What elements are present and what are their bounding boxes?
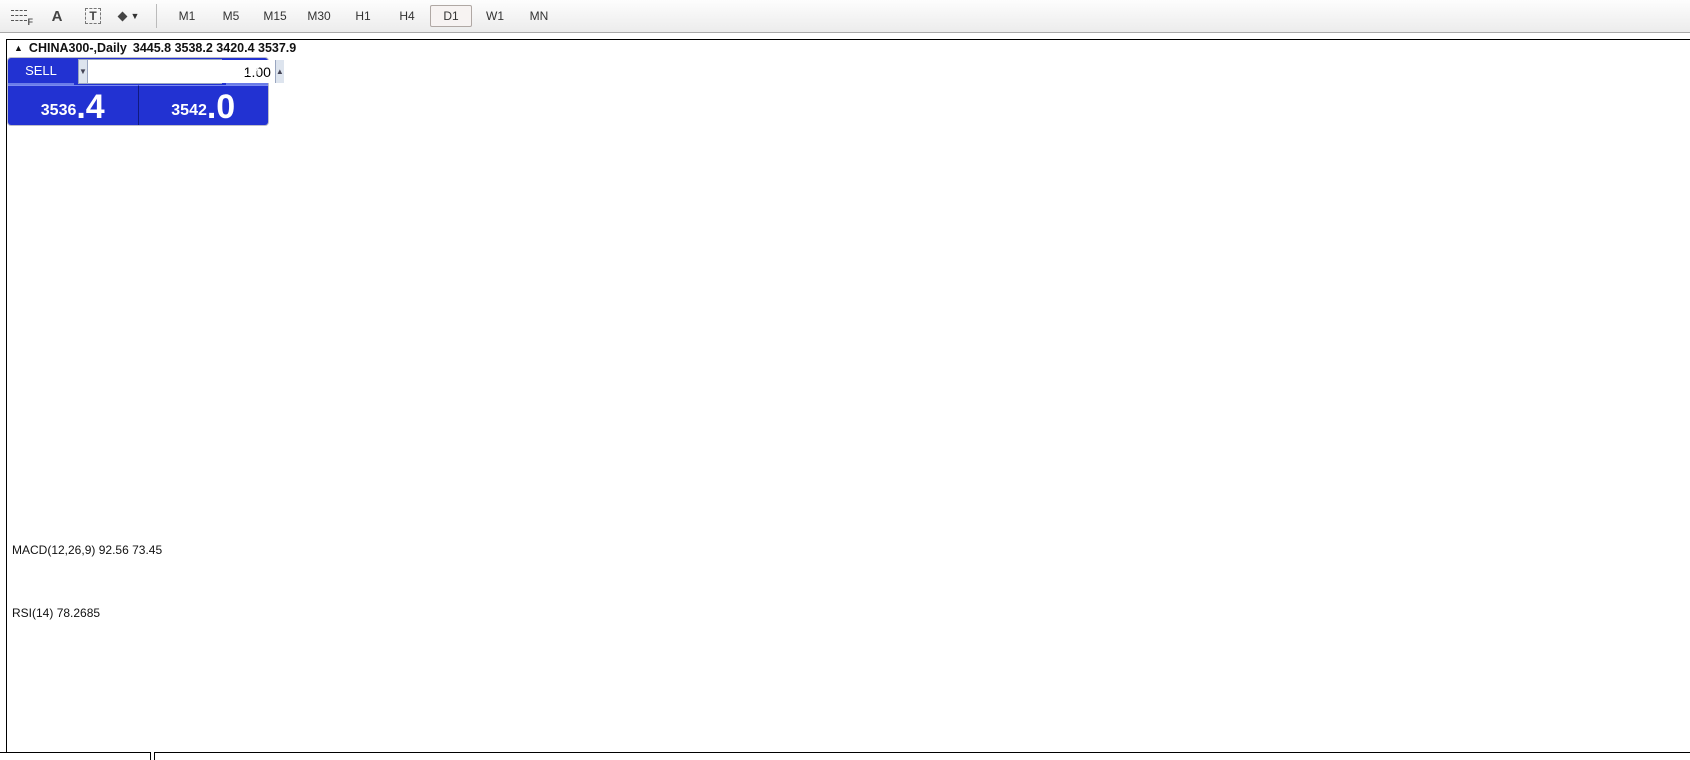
chart-title: ▲ CHINA300-,Daily 3445.8 3538.2 3420.4 3…: [14, 41, 296, 55]
one-click-trade-panel: SELL ▼ ▲ BUY 3536.4 3542.0: [8, 58, 268, 125]
macd-label: MACD(12,26,9) 92.56 73.45: [12, 543, 162, 557]
chart-tabs-bar: [0, 752, 1690, 759]
timeframe-buttons: M1M5M15M30H1H4D1W1MN: [165, 5, 561, 27]
ohlc-values: 3445.8 3538.2 3420.4 3537.9: [133, 41, 296, 55]
volume-decrease-button[interactable]: ▼: [79, 60, 88, 83]
bid-price[interactable]: 3536.4: [8, 85, 139, 125]
timeframe-m1[interactable]: M1: [166, 5, 208, 27]
timeframe-d1[interactable]: D1: [430, 5, 472, 27]
timeframe-w1[interactable]: W1: [474, 5, 516, 27]
collapse-triangle-icon[interactable]: ▲: [14, 43, 23, 53]
volume-box: ▼ ▲: [78, 59, 222, 84]
toolbar: F A T ▼ M1M5M15M30H1H4D1W1MN: [0, 0, 1690, 33]
text-label-icon[interactable]: T: [78, 4, 108, 28]
shapes-icon[interactable]: ▼: [114, 4, 144, 28]
symbol-period-label: CHINA300-,Daily: [29, 41, 127, 55]
chart-window: [6, 39, 1690, 753]
timeframe-m30[interactable]: M30: [298, 5, 340, 27]
toolbar-separator: [156, 4, 157, 28]
timeframe-mn[interactable]: MN: [518, 5, 560, 27]
volume-increase-button[interactable]: ▲: [275, 60, 284, 83]
timeframe-m5[interactable]: M5: [210, 5, 252, 27]
buy-button[interactable]: BUY: [226, 58, 268, 85]
rsi-label: RSI(14) 78.2685: [12, 606, 100, 620]
timeframe-m15[interactable]: M15: [254, 5, 296, 27]
sell-button[interactable]: SELL: [8, 58, 74, 85]
timeframe-h4[interactable]: H4: [386, 5, 428, 27]
ask-price[interactable]: 3542.0: [139, 85, 269, 125]
text-icon[interactable]: A: [42, 4, 72, 28]
timeframe-h1[interactable]: H1: [342, 5, 384, 27]
fibonacci-icon[interactable]: F: [6, 4, 36, 28]
